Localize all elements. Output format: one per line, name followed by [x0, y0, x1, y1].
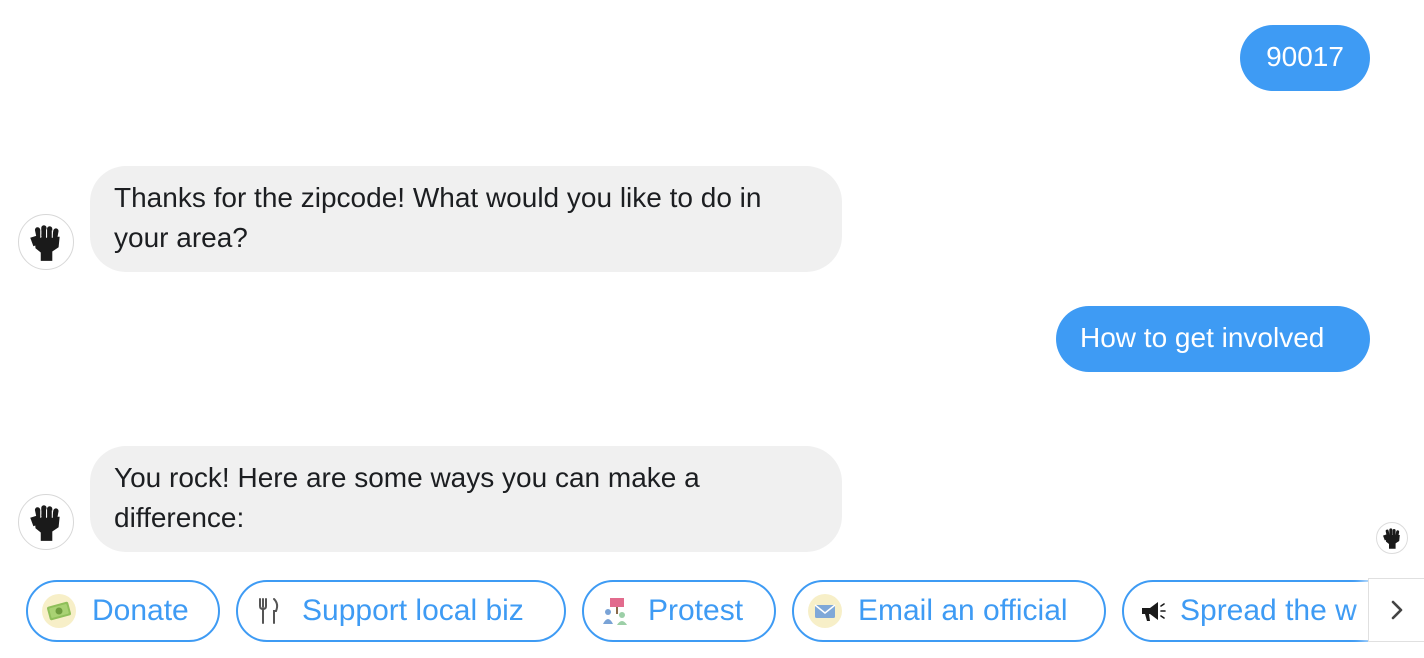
protest-sign-icon	[598, 594, 632, 628]
fork-knife-icon	[252, 594, 286, 628]
quick-reply-support-local-biz[interactable]: Support local biz	[236, 580, 566, 642]
bot-message-bubble: You rock! Here are some ways you can mak…	[90, 446, 842, 552]
raised-fist-icon	[30, 225, 60, 261]
user-message-bubble: 90017	[1240, 25, 1370, 91]
message-text: How to get involved	[1080, 322, 1325, 353]
read-receipt	[1376, 522, 1408, 554]
message-text: Thanks for the zipcode! What would you l…	[114, 182, 762, 253]
bot-avatar[interactable]	[18, 214, 74, 270]
quick-reply-protest[interactable]: Protest	[582, 580, 776, 642]
raised-fist-icon	[30, 505, 60, 541]
bot-message-bubble: Thanks for the zipcode! What would you l…	[90, 166, 842, 272]
quick-reply-label: Donate	[92, 594, 189, 627]
quick-reply-label: Email an official	[858, 594, 1068, 627]
quick-reply-email-an-official[interactable]: Email an official	[792, 580, 1106, 642]
money-icon	[42, 594, 76, 628]
envelope-icon	[808, 594, 842, 628]
quick-replies-bar: Donate Support local biz Protest Email a…	[0, 578, 1424, 644]
bot-avatar[interactable]	[18, 494, 74, 550]
scroll-next-button[interactable]	[1368, 578, 1424, 642]
quick-reply-label: Protest	[648, 594, 744, 627]
message-text: You rock! Here are some ways you can mak…	[114, 462, 700, 533]
raised-fist-icon	[1383, 528, 1400, 549]
quick-reply-donate[interactable]: Donate	[26, 580, 220, 642]
message-text: 90017	[1266, 41, 1344, 72]
quick-reply-label: Spread the w	[1180, 594, 1357, 627]
user-message-bubble: How to get involved	[1056, 306, 1370, 372]
quick-reply-label: Support local biz	[302, 594, 524, 627]
megaphone-icon	[1134, 594, 1168, 628]
chevron-right-icon	[1391, 600, 1402, 620]
